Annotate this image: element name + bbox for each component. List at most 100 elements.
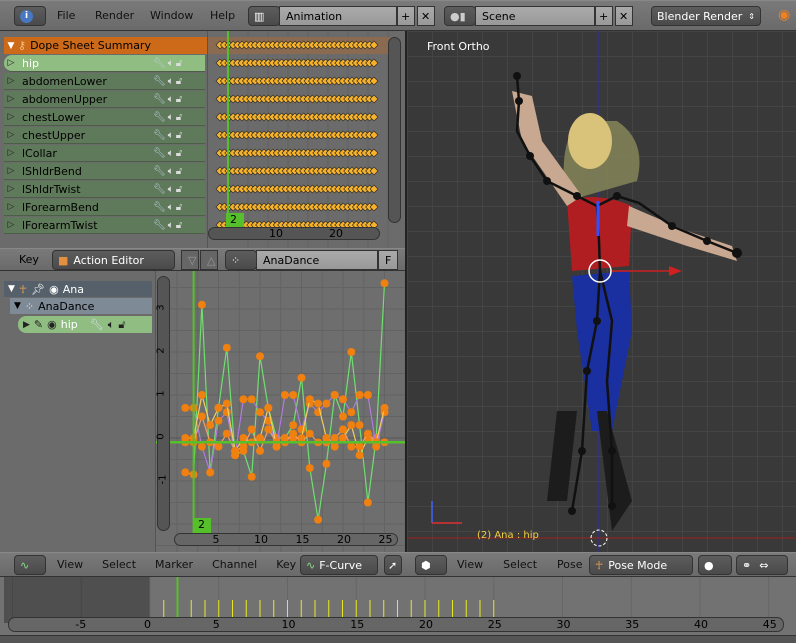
- keyframe-point[interactable]: [290, 422, 297, 429]
- mute-speaker-icon[interactable]: 🔈︎: [168, 148, 176, 159]
- channel-abdomenUpper[interactable]: ▷ abdomenUpper 🔧︎🔈︎🔓︎: [4, 91, 205, 108]
- menu-view[interactable]: View: [57, 558, 83, 571]
- expand-triangle-icon[interactable]: ▷: [4, 184, 18, 194]
- keyframe-point[interactable]: [182, 469, 189, 476]
- timeline-scrollbar[interactable]: [8, 617, 784, 632]
- keyframe-point[interactable]: [331, 443, 338, 450]
- keyframe-point[interactable]: [381, 280, 388, 287]
- lock-icon[interactable]: 🔓︎: [118, 318, 125, 332]
- menu-view[interactable]: View: [457, 558, 483, 571]
- keyframe-point[interactable]: [198, 443, 205, 450]
- keyframe-point[interactable]: [323, 400, 330, 407]
- 3d-viewport[interactable]: Front Ortho (2) Ana : hip: [405, 31, 796, 552]
- keyframe-point[interactable]: [364, 499, 371, 506]
- menu-help[interactable]: Help: [210, 9, 235, 22]
- stash-button[interactable]: △: [200, 250, 218, 270]
- fcurve-plot[interactable]: [156, 271, 405, 552]
- graph-object-channel[interactable]: ▼ ☥ 📌︎ ◉ Ana: [4, 281, 152, 297]
- keyframe-point[interactable]: [240, 443, 247, 450]
- keyframe-point[interactable]: [315, 516, 322, 523]
- dopesheet-horizontal-scrollbar[interactable]: 10 20: [208, 227, 380, 240]
- keyframe-point[interactable]: [364, 430, 371, 437]
- eye-icon[interactable]: ◉: [49, 283, 59, 296]
- keyframe-point[interactable]: [306, 465, 313, 472]
- collapse-icon[interactable]: ▼: [8, 284, 15, 294]
- lock-icon[interactable]: 🔓︎: [176, 94, 184, 105]
- pivot-dropdown[interactable]: ⚭ ⇔: [736, 555, 788, 575]
- delete-screen-button[interactable]: ✕: [417, 6, 435, 26]
- only-selected-button[interactable]: ➚: [384, 555, 402, 575]
- push-down-button[interactable]: ▽: [181, 250, 199, 270]
- fcurve-line[interactable]: [185, 283, 386, 520]
- channel-abdomenLower[interactable]: ▷ abdomenLower 🔧︎🔈︎🔓︎: [4, 73, 205, 90]
- keyframe-point[interactable]: [257, 447, 263, 454]
- lock-icon[interactable]: 🔓︎: [176, 58, 184, 69]
- keyframe-point[interactable]: [257, 409, 263, 416]
- keyframe-point[interactable]: [340, 426, 346, 433]
- mute-speaker-icon[interactable]: 🔈︎: [168, 94, 176, 105]
- expand-icon[interactable]: ▶: [23, 320, 30, 330]
- action-browse-button[interactable]: ⁘: [225, 250, 257, 270]
- collapse-triangle-icon[interactable]: ▼: [4, 41, 18, 51]
- lock-icon[interactable]: 🔓︎: [176, 148, 184, 159]
- expand-triangle-icon[interactable]: ▷: [4, 76, 18, 86]
- keyframe-point[interactable]: [356, 443, 363, 450]
- keyframe-point[interactable]: [340, 396, 346, 403]
- delete-scene-button[interactable]: ✕: [615, 6, 633, 26]
- keyframe-point[interactable]: [182, 404, 189, 411]
- modifier-wrench-icon[interactable]: 🔧︎: [153, 166, 168, 177]
- expand-triangle-icon[interactable]: ▷: [4, 112, 18, 122]
- menu-file[interactable]: File: [57, 9, 75, 22]
- keyframe-point[interactable]: [215, 443, 222, 450]
- keyframe-point[interactable]: [356, 392, 363, 398]
- keyframe-point[interactable]: [340, 413, 346, 420]
- channel-hip[interactable]: ▷ hip 🔧︎🔈︎🔓︎: [4, 55, 205, 72]
- keyframe-point[interactable]: [232, 447, 239, 454]
- viewport-editor-type-button[interactable]: ⬢: [415, 555, 447, 575]
- graph-region[interactable]: [155, 271, 405, 552]
- screen-layout-icon-button[interactable]: ▥: [248, 6, 280, 26]
- keyframe-point[interactable]: [248, 426, 255, 433]
- graph-horizontal-scrollbar[interactable]: [174, 533, 398, 546]
- keyframe-point[interactable]: [290, 430, 297, 437]
- keyframe-point[interactable]: [257, 435, 263, 441]
- dopesheet-current-frame-badge[interactable]: 2: [226, 213, 244, 227]
- expand-triangle-icon[interactable]: ▷: [4, 166, 18, 176]
- keyframe-point[interactable]: [348, 422, 355, 429]
- menu-key[interactable]: Key: [276, 558, 296, 571]
- editor-type-info-button[interactable]: i: [14, 6, 46, 26]
- dopesheet-mode-dropdown[interactable]: ■ Action Editor: [52, 250, 175, 270]
- channel-lShldrTwist[interactable]: ▷ lShldrTwist 🔧︎🔈︎🔓︎: [4, 181, 205, 198]
- pin-icon[interactable]: ✎: [34, 318, 43, 331]
- expand-triangle-icon[interactable]: ▷: [4, 94, 18, 104]
- mute-speaker-icon[interactable]: 🔈︎: [168, 220, 176, 231]
- keyframe-point[interactable]: [223, 430, 230, 437]
- keyframe-point[interactable]: [265, 404, 272, 411]
- expand-triangle-icon[interactable]: ▷: [4, 220, 18, 230]
- keyframe-point[interactable]: [356, 422, 363, 429]
- modifier-wrench-icon[interactable]: 🔧︎: [153, 94, 168, 105]
- action-name-field[interactable]: AnaDance: [256, 250, 378, 270]
- keyframe-point[interactable]: [248, 473, 255, 480]
- modifier-wrench-icon[interactable]: 🔧︎: [153, 184, 168, 195]
- graph-mode-dropdown[interactable]: ∿ F-Curve: [300, 555, 378, 575]
- channel-lForearmBend[interactable]: ▷ lForearmBend 🔧︎🔈︎🔓︎: [4, 199, 205, 216]
- keyframe-point[interactable]: [207, 469, 214, 476]
- menu-window[interactable]: Window: [150, 9, 193, 22]
- modifier-wrench-icon[interactable]: 🔧︎: [153, 148, 168, 159]
- keyframe-point[interactable]: [215, 417, 222, 424]
- keyframe-point[interactable]: [223, 400, 230, 407]
- add-screen-button[interactable]: +: [397, 6, 415, 26]
- graph-current-frame-badge[interactable]: 2: [193, 518, 211, 533]
- keyframe-point[interactable]: [198, 392, 205, 398]
- channel-chestLower[interactable]: ▷ chestLower 🔧︎🔈︎🔓︎: [4, 109, 205, 126]
- modifier-wrench-icon[interactable]: 🔧︎: [153, 220, 168, 231]
- manipulator-icon[interactable]: ⇔: [759, 559, 768, 572]
- modifier-wrench-icon[interactable]: 🔧︎: [153, 76, 168, 87]
- keyframe-point[interactable]: [248, 396, 255, 403]
- mute-speaker-icon[interactable]: 🔈︎: [168, 184, 176, 195]
- lock-icon[interactable]: 🔓︎: [176, 202, 184, 213]
- mute-speaker-icon[interactable]: 🔈︎: [168, 58, 176, 69]
- modifier-wrench-icon[interactable]: 🔧︎: [153, 202, 168, 213]
- keyframe-point[interactable]: [348, 409, 355, 416]
